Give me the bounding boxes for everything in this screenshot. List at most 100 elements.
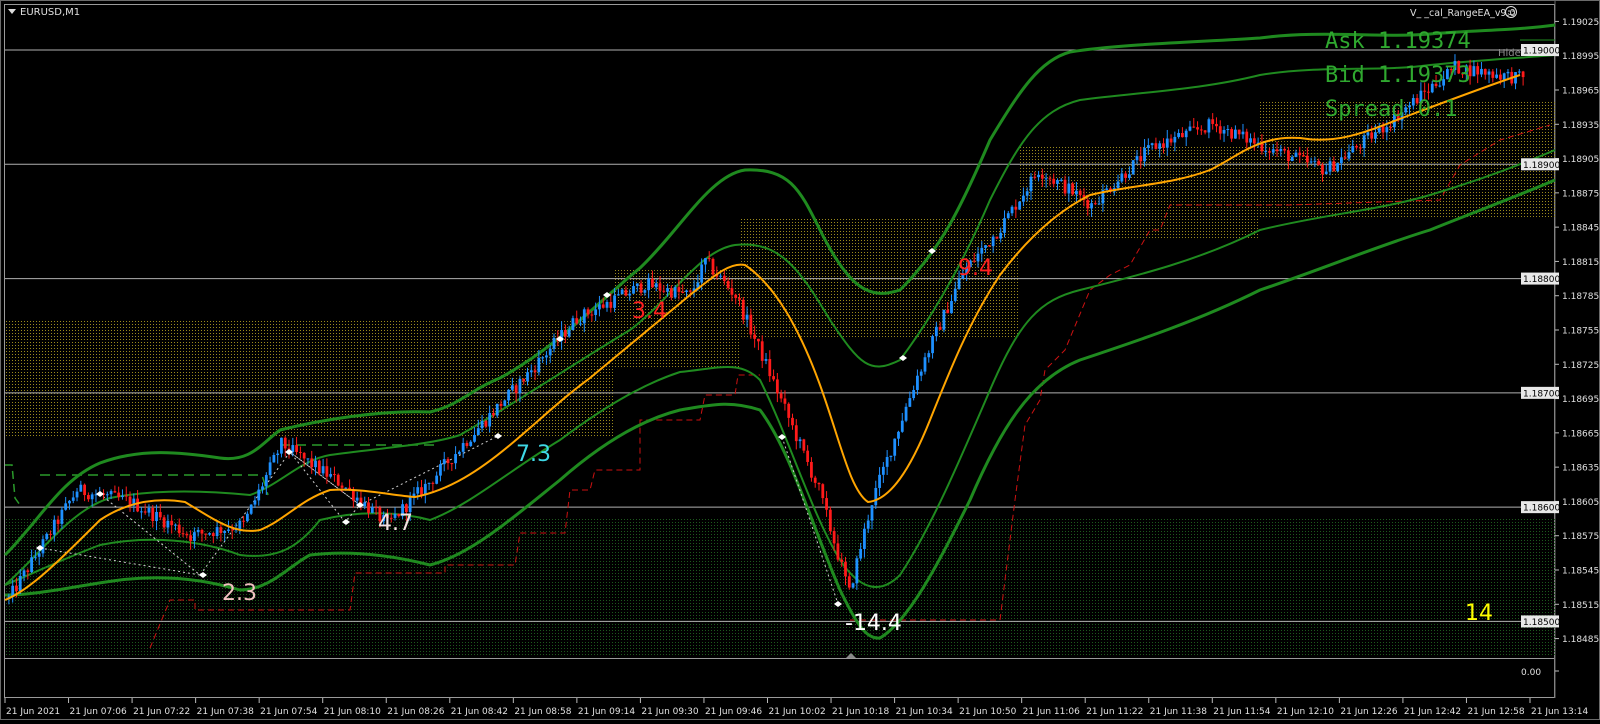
- candle-body: [1480, 68, 1483, 75]
- bid-price: Bid 1.19373: [1325, 63, 1471, 88]
- candle-body: [314, 460, 317, 468]
- candle-body: [1059, 179, 1063, 181]
- candle-body: [1033, 176, 1037, 178]
- candle-body: [435, 475, 439, 484]
- candle-body: [1275, 149, 1279, 152]
- candle-body: [1336, 163, 1340, 172]
- candle-body: [847, 576, 851, 588]
- candle-body: [370, 507, 374, 513]
- chart-window[interactable]: 2.3 4.7 7.3 3.4 -14.4 9.4 14 EURUSD,M1 V…: [0, 0, 1600, 720]
- candle-body: [1040, 174, 1044, 179]
- candle-body: [1381, 126, 1385, 133]
- candle-body: [1517, 71, 1521, 73]
- candle-body: [999, 232, 1003, 239]
- price-tick-label: 1.18515: [1562, 601, 1599, 611]
- candle-body: [1173, 136, 1177, 143]
- price-tick-label: 1.18725: [1562, 361, 1599, 371]
- candle-body: [601, 304, 605, 308]
- candle-body: [651, 278, 654, 288]
- candle-body: [1309, 161, 1313, 163]
- candle-body: [249, 504, 253, 514]
- candle-body: [510, 385, 514, 390]
- candle-body: [488, 413, 492, 427]
- price-tick-label: 1.18785: [1562, 292, 1599, 302]
- candle-body: [1370, 132, 1374, 139]
- candle-body: [707, 258, 711, 260]
- candle-body: [953, 288, 957, 302]
- candle-body: [1025, 191, 1029, 196]
- candle-body: [760, 341, 764, 361]
- candle-body: [427, 482, 431, 484]
- candle-body: [1241, 131, 1245, 135]
- candle-body: [196, 529, 200, 533]
- candle-body: [79, 484, 83, 492]
- ea-label: V_ _cal_RangeEA_v9.0: [1410, 8, 1516, 19]
- candle-body: [242, 520, 245, 522]
- candle-body: [465, 443, 469, 446]
- candle-body: [68, 500, 71, 504]
- candle-body: [526, 372, 529, 382]
- candle-body: [775, 379, 779, 394]
- candle-body: [548, 348, 552, 356]
- candle-body: [245, 513, 249, 522]
- candle-body: [669, 288, 673, 298]
- candle-body: [1271, 149, 1275, 153]
- time-tick-label: 21 Jun 08:58: [514, 707, 571, 717]
- candle-body: [1294, 152, 1298, 158]
- candle-body: [643, 290, 647, 293]
- candle-body: [291, 445, 295, 453]
- candle-body: [151, 507, 155, 522]
- candle-body: [507, 389, 510, 401]
- candle-body: [37, 553, 41, 557]
- time-tick-label: 21 Jun 07:54: [260, 707, 317, 717]
- candle-body: [1506, 71, 1510, 74]
- candle-body: [1090, 203, 1093, 209]
- candle-body: [620, 289, 624, 295]
- candle-body: [1211, 119, 1215, 124]
- candle-body: [923, 357, 927, 372]
- chart-svg[interactable]: 2.3 4.7 7.3 3.4 -14.4 9.4 14 EURUSD,M1 V…: [0, 0, 1600, 720]
- candle-body: [1093, 203, 1097, 205]
- candle-body: [363, 502, 367, 507]
- candle-body: [476, 428, 480, 436]
- candle-body: [60, 509, 64, 524]
- time-tick-label: 21 Jun 10:50: [959, 707, 1016, 717]
- candle-body: [1268, 151, 1271, 153]
- candle-body: [30, 557, 33, 573]
- candle-body: [1150, 143, 1154, 146]
- level-price-label: 1.19000: [1523, 47, 1560, 57]
- hide-button[interactable]: Hide: [1498, 48, 1521, 59]
- candle-body: [268, 462, 272, 476]
- candle-body: [446, 459, 450, 464]
- candle-body: [1199, 129, 1203, 131]
- candle-body: [499, 403, 503, 407]
- candle-body: [45, 533, 49, 540]
- time-tick-label: 21 Jun 10:34: [896, 707, 953, 717]
- candle-body: [1222, 129, 1226, 134]
- candle-body: [938, 326, 942, 330]
- time-tick-label: 21 Jun 12:26: [1340, 707, 1397, 717]
- candle-body: [124, 495, 128, 497]
- candle-body: [787, 403, 791, 418]
- candle-body: [431, 482, 435, 484]
- candle-body: [934, 326, 938, 337]
- range-zone: [5, 320, 614, 437]
- candle-body: [461, 443, 465, 452]
- time-tick-label: 21 Jun 09:30: [641, 707, 698, 717]
- candle-body: [117, 492, 121, 498]
- candle-body: [147, 507, 151, 513]
- candle-body: [26, 570, 30, 573]
- candle-body: [227, 529, 230, 531]
- candle-body: [859, 548, 863, 559]
- candle-body: [1298, 152, 1302, 156]
- time-tick-label: 21 Jun 11:22: [1086, 707, 1143, 717]
- candle-body: [344, 487, 348, 489]
- profit-label: 9.4: [958, 256, 993, 281]
- candle-body: [283, 437, 287, 449]
- candle-body: [900, 420, 904, 432]
- candle-body: [1332, 161, 1336, 172]
- candle-body: [71, 497, 75, 501]
- price-tick-label: 1.19025: [1562, 18, 1599, 28]
- candle-body: [1366, 132, 1370, 136]
- candle-body: [1324, 171, 1328, 175]
